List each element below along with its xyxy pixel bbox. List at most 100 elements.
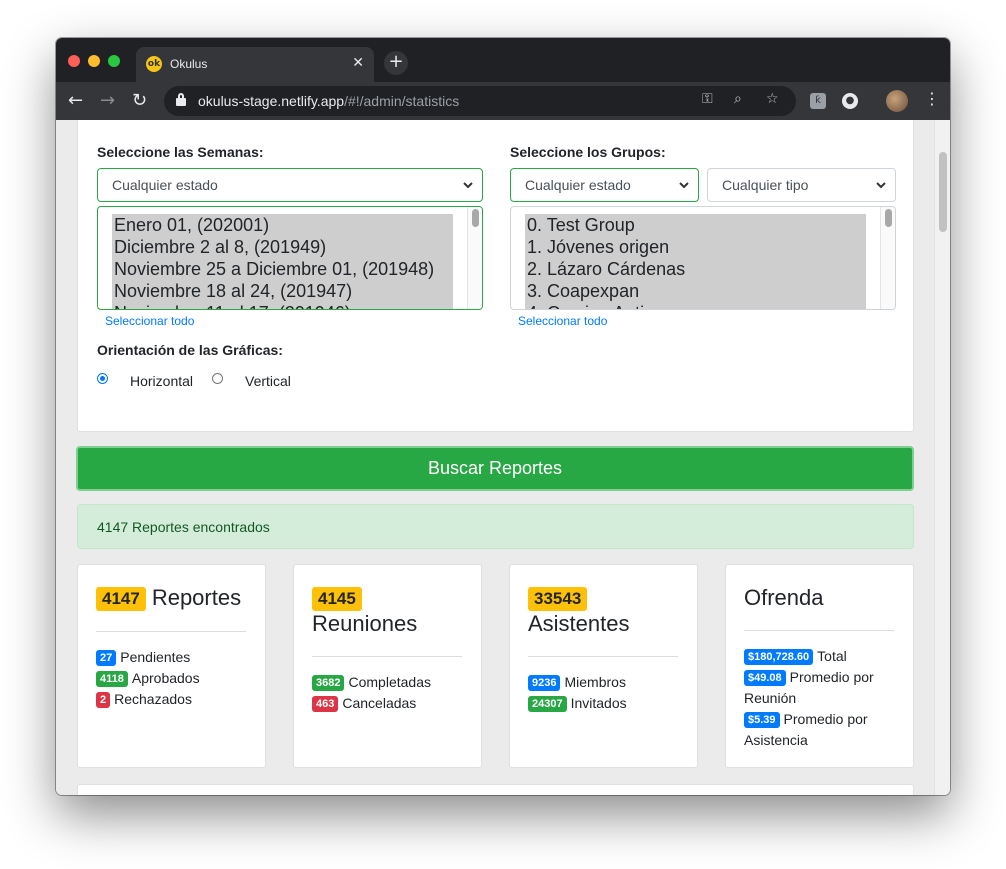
attendees-stat-card: 33543 Asistentes 9236 Miembros 24307 Invita… bbox=[509, 564, 698, 768]
completed-line: 3682 Completadas bbox=[312, 672, 431, 693]
horizontal-radio-label: Horizontal bbox=[130, 373, 194, 389]
page-viewport: Seleccione las Semanas: Cualquier estado… bbox=[56, 120, 950, 795]
close-tab-icon[interactable]: ✕ bbox=[352, 55, 364, 71]
profile-avatar[interactable] bbox=[886, 90, 908, 112]
completed-label: Completadas bbox=[348, 674, 431, 690]
offering-per-meeting-badge: $49.08 bbox=[744, 670, 786, 686]
listbox-scrollbar[interactable] bbox=[467, 207, 482, 309]
members-badge: 9236 bbox=[528, 675, 561, 691]
approved-badge: 4118 bbox=[96, 671, 128, 687]
offering-per-meeting-line-2: Reunión bbox=[744, 690, 797, 706]
divider bbox=[744, 630, 894, 631]
offering-total-label: Total bbox=[817, 648, 847, 664]
weeks-listbox[interactable]: Enero 01, (202001) Diciembre 2 al 8, (20… bbox=[97, 206, 483, 310]
guests-label: Invitados bbox=[570, 695, 627, 711]
groups-select-all-link[interactable]: Seleccionar todo bbox=[518, 314, 607, 328]
horizontal-radio[interactable] bbox=[97, 373, 108, 384]
members-line: 9236 Miembros bbox=[528, 672, 626, 693]
completed-badge: 3682 bbox=[312, 675, 345, 691]
browser-tab[interactable]: ok Okulus ✕ bbox=[136, 47, 374, 82]
divider bbox=[528, 656, 678, 657]
offering-per-attendance-line-2: Asistencia bbox=[744, 732, 808, 748]
browser-toolbar: ← → ↻ okulus-stage.netlify.app/#!/admin/… bbox=[56, 82, 950, 120]
reports-count-badge: 4147 bbox=[96, 587, 146, 611]
zoom-icon[interactable]: ⌕ bbox=[734, 91, 742, 107]
list-item[interactable]: Noviembre 25 a Diciembre 01, (201948) bbox=[112, 258, 453, 280]
back-arrow-icon[interactable]: ← bbox=[68, 90, 83, 111]
reports-heading: 4147 Reportes bbox=[96, 585, 241, 611]
chevron-down-icon bbox=[876, 182, 886, 189]
list-item[interactable]: 1. Jóvenes origen bbox=[525, 236, 866, 258]
listbox-scrollbar[interactable] bbox=[880, 207, 895, 309]
list-item[interactable]: Noviembre 11 al 17, (201946) bbox=[112, 302, 453, 309]
reload-icon[interactable]: ↻ bbox=[132, 90, 147, 111]
okulus-favicon-icon: ok bbox=[146, 56, 162, 72]
attendees-count-badge: 33543 bbox=[528, 587, 588, 611]
tab-bar: ok Okulus ✕ + bbox=[56, 38, 950, 82]
new-tab-button[interactable]: + bbox=[384, 51, 408, 75]
groups-listbox[interactable]: 0. Test Group 1. Jóvenes origen 2. Lázar… bbox=[510, 206, 896, 310]
offering-title: Ofrenda bbox=[744, 585, 824, 610]
guests-line: 24307 Invitados bbox=[528, 693, 627, 714]
groups-type-select[interactable]: Cualquier tipo bbox=[707, 168, 896, 202]
pending-line: 27 Pendientes bbox=[96, 647, 190, 668]
list-item[interactable]: Noviembre 18 al 24, (201947) bbox=[112, 280, 453, 302]
members-label: Miembros bbox=[564, 674, 626, 690]
close-window-button[interactable] bbox=[68, 55, 80, 67]
list-item[interactable]: 0. Test Group bbox=[525, 214, 866, 236]
chevron-down-icon bbox=[463, 182, 473, 189]
filters-card: Seleccione las Semanas: Cualquier estado… bbox=[77, 120, 914, 432]
search-reports-button[interactable]: Buscar Reportes bbox=[76, 446, 914, 491]
canceled-badge: 463 bbox=[312, 696, 339, 712]
meetings-stat-card: 4145 Reuniones 3682 Completadas 463 Cancela… bbox=[293, 564, 482, 768]
list-item[interactable]: 4. Camino Antiguo bbox=[525, 302, 866, 309]
star-icon[interactable]: ☆ bbox=[766, 91, 779, 107]
offering-per-attendance-badge: $5.39 bbox=[744, 712, 780, 728]
groups-status-select[interactable]: Cualquier estado bbox=[510, 168, 699, 202]
key-icon[interactable]: ⚿ bbox=[702, 91, 713, 107]
weeks-select-all-link[interactable]: Seleccionar todo bbox=[105, 314, 194, 328]
groups-type-value: Cualquier tipo bbox=[722, 177, 809, 193]
list-item[interactable]: 2. Lázaro Cárdenas bbox=[525, 258, 866, 280]
rejected-label: Rechazados bbox=[114, 691, 192, 707]
rejected-line: 2 Rechazados bbox=[96, 689, 192, 710]
reports-title: Reportes bbox=[151, 585, 242, 610]
offering-per-meeting-line: $49.08 Promedio por bbox=[744, 667, 874, 688]
next-card bbox=[77, 784, 914, 795]
offering-total-badge: $180,728.60 bbox=[744, 649, 814, 665]
forward-arrow-icon[interactable]: → bbox=[100, 90, 115, 111]
canceled-label: Canceladas bbox=[342, 695, 417, 711]
list-item[interactable]: 3. Coapexpan bbox=[525, 280, 866, 302]
extension-round-icon[interactable]: ● bbox=[842, 93, 858, 109]
minimize-window-button[interactable] bbox=[88, 55, 100, 67]
groups-status-value: Cualquier estado bbox=[525, 177, 631, 193]
offering-per-attendance-line: $5.39 Promedio por bbox=[744, 709, 868, 730]
tab-title: Okulus bbox=[170, 57, 208, 71]
approved-label: Aprobados bbox=[131, 670, 200, 686]
reports-stat-card: 4147 Reportes 27 Pendientes 4118 Aprobados … bbox=[77, 564, 266, 768]
extension-icon[interactable]: ƙ bbox=[810, 93, 826, 109]
approved-line: 4118 Aprobados bbox=[96, 668, 200, 689]
offering-total-line: $180,728.60 Total bbox=[744, 646, 847, 667]
vertical-radio[interactable] bbox=[212, 373, 223, 384]
list-item[interactable]: Enero 01, (202001) bbox=[112, 214, 453, 236]
chevron-down-icon bbox=[679, 182, 689, 189]
maximize-window-button[interactable] bbox=[108, 55, 120, 67]
more-menu-icon[interactable]: ⋮ bbox=[924, 89, 940, 108]
offering-per-attendance-label: Promedio por bbox=[783, 711, 868, 727]
weeks-label: Seleccione las Semanas: bbox=[97, 144, 264, 160]
list-item[interactable]: Diciembre 2 al 8, (201949) bbox=[112, 236, 453, 258]
weeks-status-select[interactable]: Cualquier estado bbox=[97, 168, 483, 202]
groups-label: Seleccione los Grupos: bbox=[510, 144, 666, 160]
offering-per-meeting-label: Promedio por bbox=[789, 669, 874, 685]
meetings-title: Reuniones bbox=[312, 611, 418, 636]
orientation-label: Orientación de las Gráficas: bbox=[97, 342, 283, 358]
page-scrollbar[interactable] bbox=[934, 120, 950, 795]
page-scroll-thumb[interactable] bbox=[939, 152, 947, 232]
address-bar[interactable]: okulus-stage.netlify.app/#!/admin/statis… bbox=[164, 86, 796, 116]
url-text[interactable]: okulus-stage.netlify.app/#!/admin/statis… bbox=[198, 93, 459, 109]
weeks-status-value: Cualquier estado bbox=[112, 177, 218, 193]
guests-badge: 24307 bbox=[528, 696, 567, 712]
lock-icon bbox=[176, 93, 186, 106]
meetings-heading: 4145 Reuniones bbox=[312, 585, 472, 637]
